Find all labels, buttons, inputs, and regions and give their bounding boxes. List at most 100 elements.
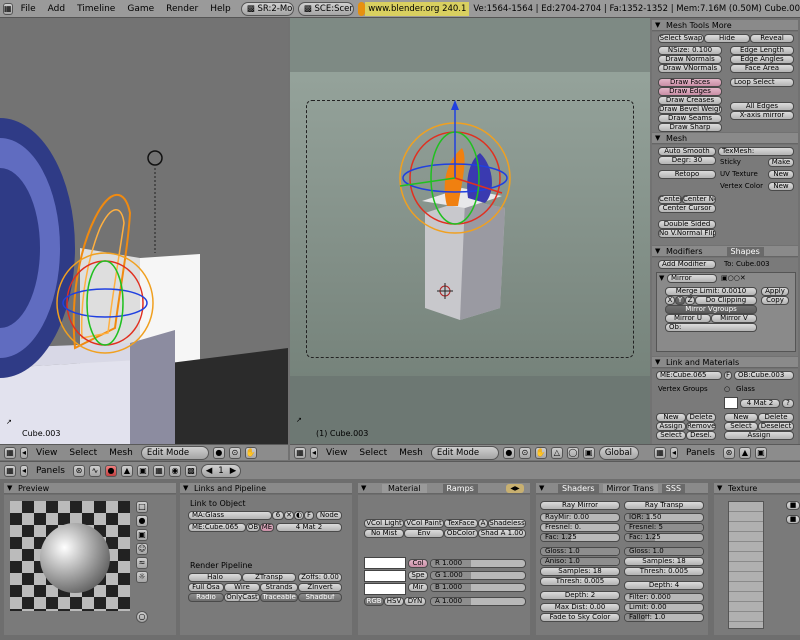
obcolor-toggle[interactable]: ObColor xyxy=(444,529,478,538)
alpha-slider[interactable]: A 1.000 xyxy=(430,597,526,606)
fac-transp-slider[interactable]: Fac: 1.25 xyxy=(624,533,704,542)
object-datablock-field[interactable]: OB:Cube.003 xyxy=(734,371,794,380)
mesh-datablock-field[interactable]: ME:Cube.065 xyxy=(656,371,722,380)
collapse-triangle-icon[interactable]: ▼ xyxy=(655,246,660,256)
blender-url[interactable]: www.blender.org 240.1 xyxy=(365,1,470,16)
menu-timeline[interactable]: Timeline xyxy=(71,4,121,14)
raymir-slider[interactable]: RayMir: 0.00 xyxy=(540,513,620,522)
next-frame-icon[interactable]: ▶ xyxy=(230,466,237,476)
add-modifier-menu[interactable]: Add Modifier xyxy=(658,260,716,269)
texmesh-field[interactable]: TexMesh: xyxy=(718,147,794,156)
menu-help[interactable]: Help xyxy=(204,4,237,14)
no-vnormal-flip-toggle[interactable]: No V.Normal Flip xyxy=(658,229,716,238)
ray-mirror-toggle[interactable]: Ray Mirror xyxy=(540,501,620,510)
modifier-visibility-icons[interactable]: ▣○○✕ xyxy=(721,274,746,283)
preview-lamp-icon[interactable]: ○ xyxy=(136,611,148,623)
mirror-object-field[interactable]: Ob: xyxy=(665,323,757,332)
mirror-axis-y-toggle[interactable]: Y xyxy=(675,296,685,305)
fresnel-mir-slider[interactable]: Fresnel: 0. xyxy=(540,523,620,532)
hsv-toggle[interactable]: HSV xyxy=(384,597,404,606)
panels-menu[interactable]: Panels xyxy=(682,448,719,458)
preview-hair-icon[interactable]: ≈ xyxy=(136,557,148,569)
collapse-triangle-icon[interactable]: ▼ xyxy=(361,483,366,493)
shapes-tab[interactable]: Shapes xyxy=(726,247,764,256)
fake-user-toggle[interactable]: F xyxy=(304,511,314,520)
hand-icon[interactable]: ✋ xyxy=(534,446,547,459)
degr-field[interactable]: Degr: 30 xyxy=(658,156,716,165)
copy-paste-icon[interactable]: ◀▶ xyxy=(506,484,524,493)
preview-panel-title[interactable]: ▼ Preview xyxy=(4,483,176,494)
samples-transp-field[interactable]: Samples: 18 xyxy=(624,557,704,566)
loop-select-selector[interactable]: Loop Select xyxy=(730,78,794,87)
menu-collapse-icon[interactable]: ◂ xyxy=(670,446,678,459)
mirror-v-toggle[interactable]: Mirror V xyxy=(711,314,757,323)
fresnel-transp-slider[interactable]: Fresnel: 5 xyxy=(624,523,704,532)
full-osa-toggle[interactable]: Full Osa xyxy=(188,583,224,592)
mesh-name-field[interactable]: ME:Cube.065 xyxy=(188,523,246,532)
auto-smooth-toggle[interactable]: Auto Smooth xyxy=(658,147,716,156)
translate-icon[interactable]: △ xyxy=(550,446,563,459)
fade-to-selector[interactable]: Fade to Sky Color xyxy=(540,613,620,622)
vcol-paint-toggle[interactable]: VCol Paint xyxy=(404,519,444,528)
menu-collapse-icon[interactable]: ◂ xyxy=(20,446,28,459)
expand-triangle-icon[interactable]: ▼ xyxy=(659,274,664,283)
link-me-toggle[interactable]: ME xyxy=(260,523,274,532)
panels-menu[interactable]: Panels xyxy=(32,466,69,476)
object-icon[interactable]: ▲ xyxy=(120,464,133,477)
green-slider[interactable]: G 1.000 xyxy=(430,571,526,580)
material-icon[interactable]: ◉ xyxy=(168,464,181,477)
editor-type-icon[interactable]: ▦ xyxy=(4,446,16,459)
center-3d-viewport[interactable]: ↗ (1) Cube.003 xyxy=(290,18,650,444)
fac-mir-slider[interactable]: Fac: 1.25 xyxy=(540,533,620,542)
depth-transp-field[interactable]: Depth: 4 xyxy=(624,581,704,590)
texface-alpha-toggle[interactable]: A xyxy=(478,519,488,528)
ztransp-toggle[interactable]: ZTransp xyxy=(242,573,296,582)
draw-sharp-toggle[interactable]: Draw Sharp xyxy=(658,123,722,132)
gloss-transp-slider[interactable]: Gloss: 1.0 xyxy=(624,547,704,556)
aniso-slider[interactable]: Aniso: 1.0 xyxy=(540,557,620,566)
draw-normals-toggle[interactable]: Draw Normals xyxy=(658,55,722,64)
mirror-color-swatch[interactable] xyxy=(364,583,406,595)
help-button[interactable]: ? xyxy=(782,399,794,408)
menu-select[interactable]: Select xyxy=(65,448,101,458)
preview-plane-icon[interactable]: □ xyxy=(136,501,148,513)
z-axis-arrow-icon[interactable] xyxy=(451,100,459,110)
scene-selector[interactable]: ▩ SCE:Scene✕ xyxy=(297,1,355,16)
texture-icon[interactable]: ▩ xyxy=(184,464,197,477)
script-icon[interactable]: ∿ xyxy=(88,464,101,477)
center-new-button[interactable]: Center Ne xyxy=(682,195,716,204)
edge-angles-toggle[interactable]: Edge Angles xyxy=(730,55,794,64)
zinvert-toggle[interactable]: ZInvert xyxy=(298,583,342,592)
shad-alpha-field[interactable]: Shad A 1.00 xyxy=(478,529,526,538)
depth-mir-field[interactable]: Depth: 2 xyxy=(540,591,620,600)
prev-frame-icon[interactable]: ◀ xyxy=(206,466,213,476)
preview-cube-icon[interactable]: ▣ xyxy=(136,529,148,541)
fake-user-toggle[interactable]: F xyxy=(724,371,732,380)
diffuse-color-swatch[interactable] xyxy=(364,557,406,569)
vgroup-deselect-button[interactable]: Desel. xyxy=(686,431,716,440)
no-mist-toggle[interactable]: No Mist xyxy=(364,529,404,538)
shadeless-toggle[interactable]: Shadeless xyxy=(488,519,526,528)
draw-creases-toggle[interactable]: Draw Creases xyxy=(658,96,722,105)
menu-select[interactable]: Select xyxy=(355,448,391,458)
samples-mir-field[interactable]: Samples: 18 xyxy=(540,567,620,576)
edge-length-toggle[interactable]: Edge Length xyxy=(730,46,794,55)
mirror-axis-z-toggle[interactable]: Z xyxy=(685,296,695,305)
texture-channel-list[interactable] xyxy=(728,501,764,629)
material-color-icon[interactable]: ○ xyxy=(724,385,730,394)
wire-toggle[interactable]: Wire xyxy=(224,583,260,592)
ior-slider[interactable]: IOR: 1.50 xyxy=(624,513,704,522)
texture-panel-title[interactable]: ▼ Texture xyxy=(714,483,800,494)
face-area-toggle[interactable]: Face Area xyxy=(730,64,794,73)
menu-render[interactable]: Render xyxy=(160,4,204,14)
draw-seams-toggle[interactable]: Draw Seams xyxy=(658,114,722,123)
vcol-light-toggle[interactable]: VCol Light xyxy=(364,519,404,528)
copy-button[interactable]: Copy xyxy=(761,296,789,305)
mode-selector[interactable]: Edit Mode xyxy=(140,445,209,460)
mesh-panel-title[interactable]: ▼ Mesh xyxy=(652,133,798,144)
modifier-name-field[interactable]: Mirror xyxy=(667,274,717,283)
env-toggle[interactable]: Env xyxy=(404,529,444,538)
draw-bevel-weights-toggle[interactable]: Draw Bevel Weights xyxy=(658,105,722,114)
editor-type-icon[interactable]: ▦ xyxy=(294,446,306,459)
link-ob-toggle[interactable]: OB xyxy=(246,523,260,532)
